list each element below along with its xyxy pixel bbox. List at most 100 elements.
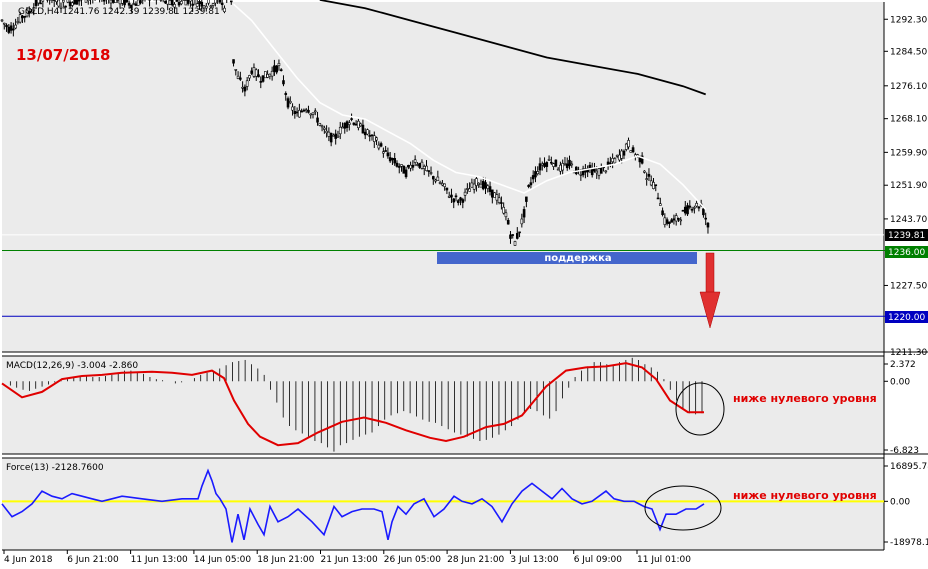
candle <box>182 0 185 1</box>
candle-body <box>468 188 471 192</box>
candle-body <box>477 182 481 185</box>
candle-body <box>454 195 458 198</box>
candle <box>554 159 558 168</box>
candle-body <box>318 123 322 126</box>
candle-body <box>422 166 426 169</box>
candle-body <box>568 159 571 167</box>
candle-body <box>170 0 174 6</box>
chart-root: 1292.30 1284.50 1276.10 1268.10 1259.90 1251.… <box>0 0 928 569</box>
candle-body <box>606 161 610 166</box>
price-tick-label: 1268.10 <box>890 115 927 125</box>
candle-body <box>77 0 81 2</box>
candle-body <box>127 2 131 6</box>
time-tick-label: 11 Jun 13:00 <box>131 555 188 565</box>
candle-body <box>629 150 633 153</box>
candle-body <box>386 152 390 157</box>
macd-label: MACD(12,26,9) -3.004 -2.860 <box>6 361 138 371</box>
price-tick-label: 1284.50 <box>890 47 927 57</box>
candle-body <box>434 179 437 182</box>
candle-body <box>284 93 288 95</box>
candle-body <box>604 170 608 173</box>
candle-body <box>407 165 410 168</box>
candle-body <box>189 0 192 2</box>
candle-body <box>73 0 76 5</box>
candle-body <box>670 219 673 223</box>
candle-body <box>552 163 555 167</box>
candle-body <box>307 109 310 113</box>
candle-body <box>200 1 204 7</box>
candle-body <box>461 199 465 203</box>
candle-body <box>686 205 689 215</box>
time-tick-label: 11 Jul 01:00 <box>637 555 691 565</box>
candle-body <box>252 67 256 77</box>
candle-body <box>418 162 421 168</box>
candle-body <box>277 63 281 66</box>
candle-body <box>121 0 124 4</box>
price-tick-label: 1211.30 <box>890 348 927 358</box>
candle-body <box>5 24 8 28</box>
candle-body <box>214 0 217 4</box>
candle-body <box>683 206 687 214</box>
candle-body <box>674 215 678 222</box>
candle-body <box>348 122 351 125</box>
candle-body <box>286 98 290 108</box>
candle-body <box>363 131 367 136</box>
candle-body <box>690 208 694 211</box>
candle-body <box>520 218 524 225</box>
candle-body <box>615 154 619 157</box>
candle-body <box>395 162 399 167</box>
candle-body <box>313 110 317 113</box>
candle-body <box>443 183 446 187</box>
candle-body <box>102 0 106 2</box>
macd-tick-label: 2.372 <box>890 360 916 370</box>
candle-body <box>275 65 278 73</box>
candle-body <box>652 182 655 189</box>
force-annotation: ниже нулевого уровня <box>733 489 877 502</box>
time-tick-label: 28 Jun 21:00 <box>447 555 504 565</box>
candle-body <box>491 189 494 198</box>
candle-body <box>658 203 662 206</box>
candle-body <box>264 71 267 79</box>
candle-body <box>540 163 544 166</box>
candle-body <box>613 158 617 164</box>
candle-body <box>570 163 574 166</box>
candle <box>175 0 179 2</box>
current-price-badge: 1239.81 <box>885 229 928 241</box>
candle-body <box>327 131 331 137</box>
candle-body <box>554 159 558 167</box>
candle-body <box>677 218 680 220</box>
candle-body <box>484 182 487 189</box>
candle-body <box>86 0 90 2</box>
candle-body <box>500 202 503 204</box>
candle-body <box>538 163 542 171</box>
candle-body <box>304 109 308 112</box>
candle <box>73 0 76 5</box>
candle-body <box>7 26 11 33</box>
candle <box>264 71 267 79</box>
candle-body <box>402 165 406 174</box>
candle-body <box>50 0 54 1</box>
candle-body <box>488 186 492 192</box>
time-tick-label: 6 Jun 21:00 <box>67 555 119 565</box>
candle-body <box>688 205 692 208</box>
candle-body <box>409 164 412 169</box>
candle <box>168 0 172 6</box>
candle-body <box>493 192 496 198</box>
candle-body <box>663 217 667 225</box>
candle-body <box>336 135 340 138</box>
time-tick-label: 6 Jul 09:00 <box>574 555 623 565</box>
candle-body <box>466 188 469 190</box>
candle-body <box>37 0 40 4</box>
candle-body <box>257 74 260 78</box>
candle-body <box>9 25 13 31</box>
candle-body <box>436 176 440 181</box>
candle-body <box>352 122 356 125</box>
macd-tick-label: 0.00 <box>890 377 910 387</box>
candle-body <box>184 0 188 6</box>
force-tick-label: 0.00 <box>890 497 910 507</box>
candle-body <box>354 123 358 126</box>
candle <box>402 165 406 174</box>
target-level-text: 1220.00 <box>888 313 925 323</box>
candle-body <box>370 134 374 137</box>
candle-body <box>329 132 333 143</box>
